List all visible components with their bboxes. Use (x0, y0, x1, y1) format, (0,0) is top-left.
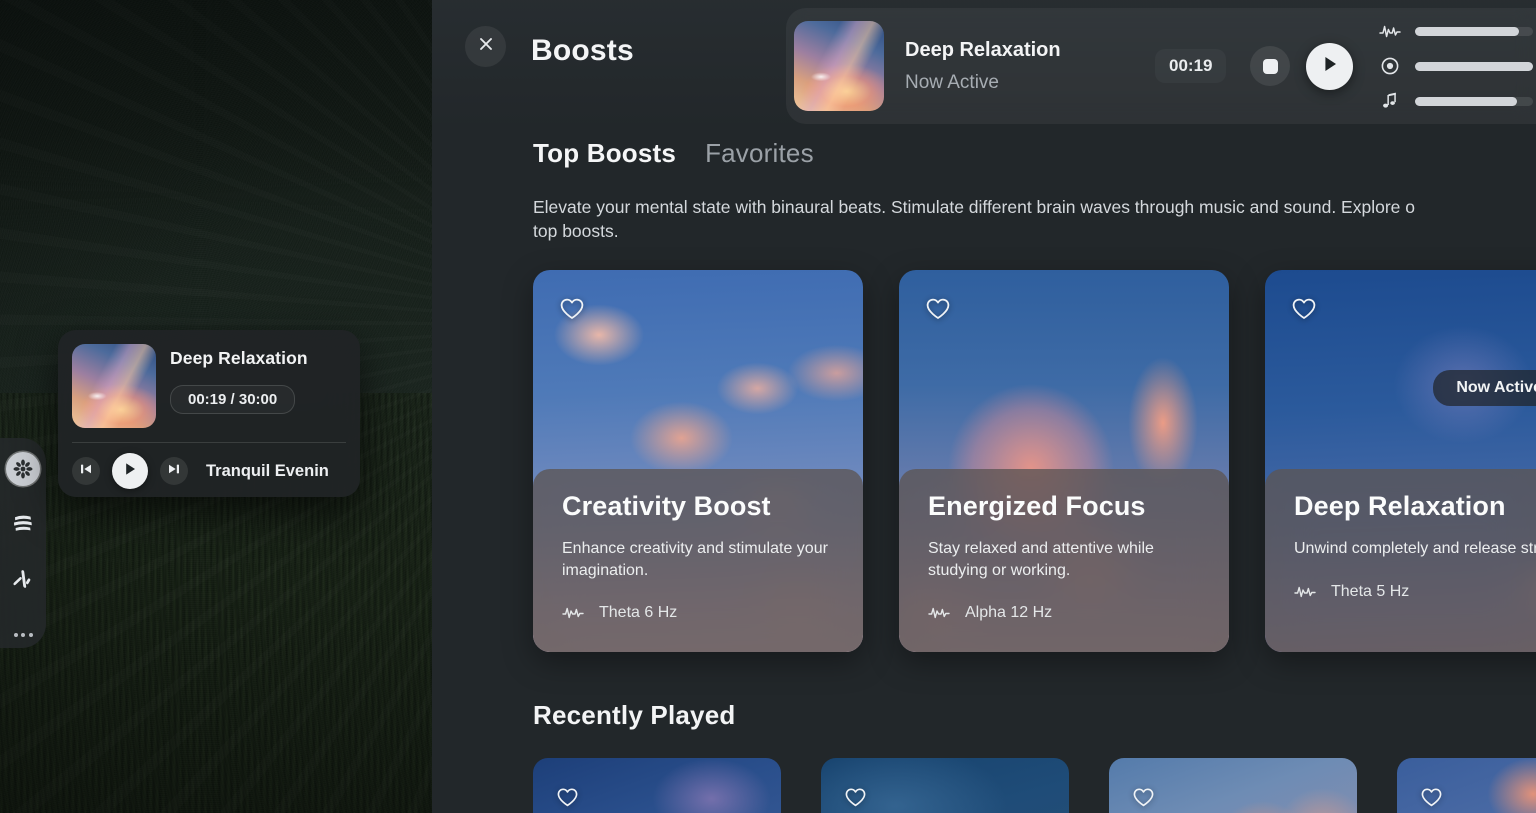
mini-player-title: Deep Relaxation (170, 348, 308, 368)
card-info-glass: Deep Relaxation Unwind completely and re… (1265, 469, 1536, 653)
mini-previous-button[interactable] (72, 457, 100, 485)
mini-player-overlay[interactable]: Deep Relaxation 00:19 / 30:00 Tranquil E… (58, 330, 360, 497)
tab-top-boosts[interactable]: Top Boosts (533, 138, 676, 169)
favorite-heart-icon[interactable] (842, 784, 868, 810)
card-title: Deep Relaxation (1294, 491, 1506, 522)
person-icon (10, 567, 36, 596)
section-description: Elevate your mental state with binaural … (533, 197, 1415, 242)
card-info-glass: Energized Focus Stay relaxed and attenti… (899, 469, 1229, 653)
mini-player-controls: Tranquil Evenin (58, 443, 360, 489)
page-title: Boosts (531, 34, 634, 67)
dock-item-more[interactable] (6, 622, 40, 648)
card-frequency: Theta 5 Hz (1294, 581, 1536, 603)
card-title: Creativity Boost (562, 491, 771, 522)
waveform-pulse-icon (562, 602, 584, 624)
stop-button[interactable] (1250, 46, 1291, 86)
card-description: Enhance creativity and stimulate your im… (562, 540, 828, 579)
recent-card[interactable] (1397, 758, 1536, 813)
slider-fill (1415, 26, 1520, 36)
dock-item-boosts[interactable] (6, 452, 40, 486)
recent-card[interactable] (821, 758, 1069, 813)
card-info-glass: Creativity Boost Enhance creativity and … (533, 469, 863, 653)
play-icon (1320, 54, 1340, 79)
slider-track[interactable] (1415, 26, 1534, 36)
music-volume-slider[interactable] (1379, 90, 1534, 112)
boost-card[interactable]: Now Active Deep Relaxation Unwind comple… (1265, 270, 1536, 653)
mini-play-button[interactable] (112, 453, 148, 489)
favorite-heart-icon[interactable] (554, 784, 580, 810)
now-playing-artwork (794, 21, 884, 111)
boost-card[interactable]: Creativity Boost Enhance creativity and … (533, 270, 863, 653)
now-playing-bar: Deep Relaxation Now Active 00:19 (786, 8, 1536, 124)
favorite-heart-icon[interactable] (1418, 784, 1444, 810)
card-frequency-label: Theta 5 Hz (1331, 582, 1410, 600)
favorite-heart-icon[interactable] (557, 294, 587, 324)
asterisk-flower-icon (6, 452, 40, 486)
recently-played-title: Recently Played (533, 700, 736, 731)
slider-fill (1415, 61, 1534, 71)
record-circle-icon (1379, 55, 1401, 77)
skip-forward-icon (167, 462, 181, 481)
stop-square-icon (1262, 58, 1278, 74)
favorite-heart-icon[interactable] (923, 294, 953, 324)
tab-favorites[interactable]: Favorites (705, 138, 814, 169)
dock-item-layers[interactable] (6, 512, 40, 541)
card-description: Unwind completely and release stress. (1294, 540, 1536, 558)
play-icon (122, 461, 138, 482)
app-dock (0, 438, 46, 648)
panel-header: Boosts Deep Relaxation Now Active 00:19 (432, 0, 1536, 124)
boosts-panel: Boosts Deep Relaxation Now Active 00:19 (432, 0, 1536, 813)
now-playing-meta: Deep Relaxation Now Active (905, 39, 1149, 94)
recently-played-row (432, 731, 1536, 813)
favorite-heart-icon[interactable] (1289, 294, 1319, 324)
top-boosts-row: Creativity Boost Enhance creativity and … (432, 243, 1536, 653)
card-frequency: Alpha 12 Hz (928, 602, 1203, 624)
waveform-pulse-icon (1294, 581, 1316, 603)
waveform-pulse-icon (1379, 20, 1402, 42)
card-description: Stay relaxed and attentive while studyin… (928, 540, 1154, 579)
favorite-heart-icon[interactable] (1130, 784, 1156, 810)
card-frequency-label: Theta 6 Hz (599, 604, 678, 622)
mini-player-top: Deep Relaxation 00:19 / 30:00 (58, 330, 360, 428)
recent-card[interactable] (533, 758, 781, 813)
now-playing-status: Now Active (905, 71, 999, 93)
card-title: Energized Focus (928, 491, 1146, 522)
now-playing-elapsed: 00:19 (1155, 49, 1226, 83)
slider-track[interactable] (1415, 96, 1534, 106)
boost-card[interactable]: Energized Focus Stay relaxed and attenti… (899, 270, 1229, 653)
ellipsis-icon (13, 633, 33, 637)
mini-player-subtitle: Tranquil Evenin (206, 461, 329, 480)
mini-player-artwork (72, 344, 156, 428)
dock-item-person[interactable] (6, 567, 40, 596)
waveform-pulse-icon (928, 602, 950, 624)
layers-stack-icon (10, 512, 36, 541)
volume-sliders (1379, 20, 1534, 112)
tab-bar: Top Boosts Favorites (432, 120, 1536, 169)
slider-track[interactable] (1415, 61, 1534, 71)
now-playing-title: Deep Relaxation (905, 38, 1061, 61)
music-note-icon (1379, 90, 1401, 112)
mini-player-time: 00:19 / 30:00 (170, 385, 296, 414)
mini-next-button[interactable] (160, 457, 188, 485)
mini-player-meta: Deep Relaxation 00:19 / 30:00 (170, 344, 346, 428)
close-x-icon (477, 35, 495, 58)
card-frequency-label: Alpha 12 Hz (965, 604, 1053, 622)
card-frequency: Theta 6 Hz (562, 602, 837, 624)
slider-fill (1415, 96, 1517, 106)
close-button[interactable] (465, 26, 506, 67)
now-active-badge: Now Active (1433, 370, 1536, 407)
recent-card[interactable] (1109, 758, 1357, 813)
skip-back-icon (79, 462, 93, 481)
play-button[interactable] (1306, 42, 1354, 90)
binaural-volume-slider[interactable] (1379, 20, 1534, 42)
ambient-volume-slider[interactable] (1379, 55, 1534, 77)
